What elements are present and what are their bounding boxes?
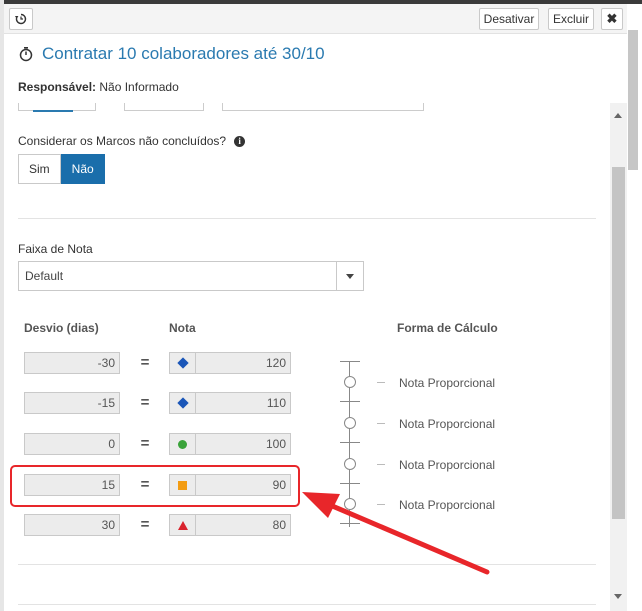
calc-tick [340, 361, 360, 362]
calc-tick [340, 523, 360, 524]
calc-method-label[interactable]: Nota Proporcional [399, 458, 495, 472]
scroll-down-arrow[interactable] [614, 594, 622, 599]
nota-value: 110 [266, 396, 286, 410]
partial-field [18, 103, 96, 112]
nota-icon-cell[interactable] [170, 515, 196, 535]
info-icon[interactable]: i [234, 135, 246, 147]
marcos-question: Considerar os Marcos não concluídos? i [18, 134, 246, 148]
scroll-up-arrow[interactable] [614, 113, 622, 118]
col-header-desvio: Desvio (dias) [24, 321, 99, 335]
toggle-option-sim[interactable]: Sim [18, 154, 61, 184]
desvio-input[interactable]: -15 [24, 392, 120, 414]
scrollbar-thumb[interactable] [612, 167, 625, 519]
nota-value: 120 [265, 356, 286, 370]
calc-node[interactable] [344, 376, 356, 388]
calc-dash [377, 464, 385, 465]
delete-button[interactable]: Excluir [548, 8, 594, 30]
deactivate-button[interactable]: Desativar [479, 8, 539, 30]
nota-input[interactable]: 110 [169, 392, 291, 414]
nota-icon-cell[interactable] [170, 434, 196, 454]
col-header-nota: Nota [169, 321, 196, 335]
faixa-selected-value: Default [25, 269, 64, 283]
diamond-icon [176, 397, 189, 409]
nota-icon-cell[interactable] [170, 353, 196, 373]
desvio-input[interactable]: 0 [24, 433, 120, 455]
col-header-forma: Forma de Cálculo [397, 321, 498, 335]
history-button[interactable] [9, 8, 33, 30]
nota-input[interactable]: 120 [169, 352, 291, 374]
scrollbar[interactable] [610, 103, 627, 611]
calc-tick [340, 442, 360, 443]
triangle-icon [177, 520, 188, 530]
nota-input[interactable]: 100 [169, 433, 291, 455]
form-scroll-area[interactable]: Considerar os Marcos não concluídos? i S… [4, 103, 627, 611]
calc-node[interactable] [344, 417, 356, 429]
faixa-label: Faixa de Nota [18, 242, 93, 256]
responsible-field: Responsável: Não Informado [18, 80, 179, 94]
goal-title-row: Contratar 10 colaboradores até 30/10 [18, 44, 325, 64]
chevron-down-icon [346, 273, 354, 279]
partial-field [124, 103, 204, 111]
toggle-option-nao[interactable]: Não [60, 154, 105, 184]
calc-method-label[interactable]: Nota Proporcional [399, 376, 495, 390]
section-divider [18, 564, 596, 565]
highlight-box [10, 465, 300, 507]
calc-method-label[interactable]: Nota Proporcional [399, 417, 495, 431]
history-icon [15, 13, 27, 25]
partial-field [222, 103, 424, 111]
section-divider [18, 604, 596, 605]
desvio-input[interactable]: 30 [24, 514, 120, 536]
section-divider [18, 218, 596, 219]
close-button[interactable]: ✖ [601, 8, 623, 30]
dialog-toolbar: Desativar Excluir ✖ [4, 4, 627, 34]
calc-node[interactable] [344, 458, 356, 470]
page-scrollbar-thumb[interactable] [628, 30, 638, 170]
calc-dash [377, 504, 385, 505]
nota-icon-cell[interactable] [170, 393, 196, 413]
desvio-input[interactable]: -30 [24, 352, 120, 374]
circle-icon [178, 439, 187, 449]
page-title: Contratar 10 colaboradores até 30/10 [42, 44, 325, 63]
equals-sign: = [140, 435, 150, 452]
faixa-select[interactable]: Default [18, 261, 364, 291]
equals-sign: = [140, 354, 150, 371]
responsible-label: Responsável: [18, 80, 97, 94]
responsible-value: Não Informado [99, 80, 179, 94]
calc-dash [377, 423, 385, 424]
calc-node[interactable] [344, 498, 356, 510]
equals-sign: = [140, 394, 150, 411]
calc-tick [340, 483, 360, 484]
equals-sign: = [140, 516, 150, 533]
calc-tick [340, 401, 360, 402]
nota-input[interactable]: 80 [169, 514, 291, 536]
marcos-toggle: Sim Não [18, 154, 105, 184]
calc-dash [377, 382, 385, 383]
calc-method-label[interactable]: Nota Proporcional [399, 498, 495, 512]
close-icon: ✖ [606, 11, 618, 26]
nota-value: 80 [272, 518, 286, 532]
dropdown-toggle[interactable] [336, 262, 363, 290]
marcos-question-text: Considerar os Marcos não concluídos? [18, 134, 227, 148]
diamond-icon [176, 357, 189, 369]
nota-value: 100 [265, 437, 286, 451]
stopwatch-icon [19, 47, 33, 62]
